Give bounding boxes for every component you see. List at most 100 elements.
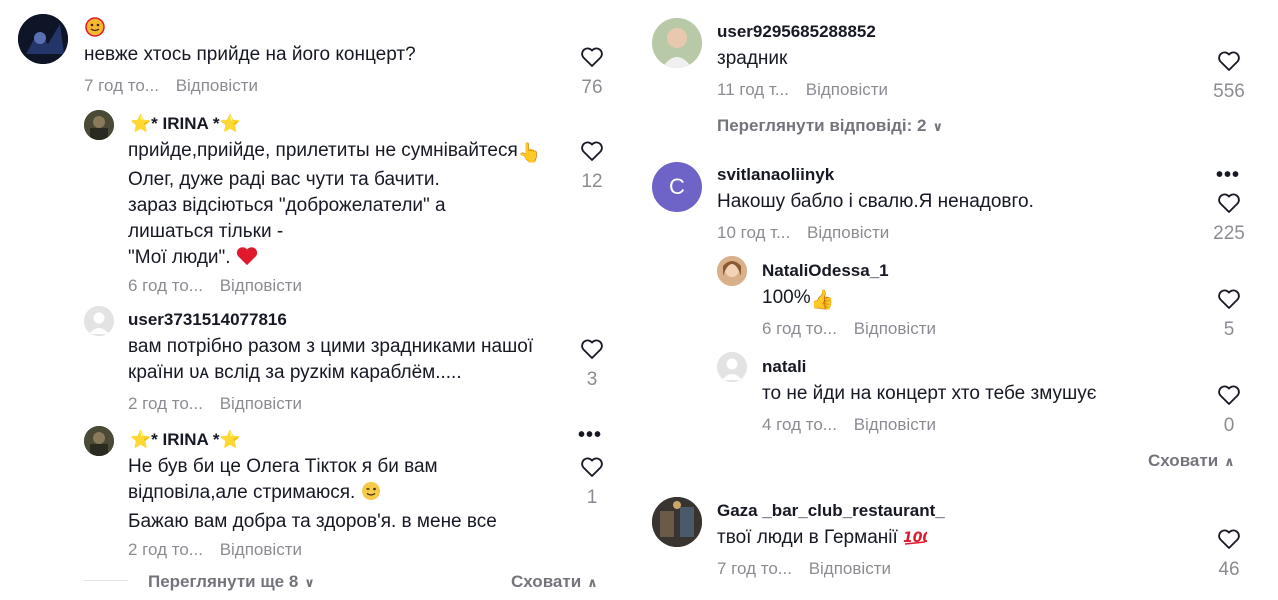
comment-username[interactable]: user9295685288852 bbox=[717, 22, 876, 42]
avatar[interactable] bbox=[652, 497, 702, 547]
like-count: 0 bbox=[1223, 415, 1235, 436]
chevron-up-icon: ∧ bbox=[587, 574, 598, 590]
reply-button[interactable]: Відповісти bbox=[220, 540, 302, 559]
comment-username[interactable]: svitlanaoliinyk bbox=[717, 165, 834, 185]
star-icon: ⭐ bbox=[219, 114, 241, 133]
reply-button[interactable]: Відповісти bbox=[807, 223, 889, 242]
avatar[interactable] bbox=[84, 110, 114, 140]
view-replies-button[interactable]: Переглянути відповіді: 2 ∨ bbox=[717, 116, 943, 136]
reply-meta: 2 год то... Відповісти bbox=[128, 394, 302, 414]
star-icon: ⭐ bbox=[219, 430, 241, 449]
avatar[interactable] bbox=[717, 256, 747, 286]
heart-icon bbox=[572, 338, 612, 365]
star-icon: ⭐ bbox=[130, 114, 152, 133]
like-button[interactable]: 225 bbox=[1209, 192, 1249, 245]
reply-text: 100%👍 bbox=[762, 285, 834, 314]
reply-button[interactable]: Відповісти bbox=[220, 394, 302, 413]
heart-icon bbox=[1209, 384, 1249, 411]
like-button[interactable]: 12 bbox=[572, 140, 612, 193]
reply-username[interactable]: NataliOdessa_1 bbox=[762, 261, 889, 281]
reply-text: то не йди на концерт хто тебе змушує bbox=[762, 383, 1097, 404]
like-button[interactable]: 1 bbox=[572, 456, 612, 509]
avatar[interactable] bbox=[18, 14, 68, 64]
comment-meta: 7 год то... Відповісти bbox=[84, 76, 258, 96]
chevron-down-icon: ∨ bbox=[932, 118, 944, 134]
like-button[interactable]: 556 bbox=[1209, 50, 1249, 103]
reply-time: 2 год то... bbox=[128, 540, 203, 559]
reply-button[interactable]: Відповісти bbox=[220, 276, 302, 295]
reply-time: 6 год то... bbox=[762, 319, 837, 338]
reply-button[interactable]: Відповісти bbox=[806, 80, 888, 99]
like-count: 225 bbox=[1213, 223, 1245, 244]
thumbs-up-icon: 👍 bbox=[810, 290, 835, 311]
comment-text: невже хтось прийде на його концерт? bbox=[84, 44, 416, 65]
hundred-points-icon: 100 bbox=[903, 526, 932, 554]
avatar-letter: C bbox=[669, 174, 685, 199]
reply-time: 2 год то... bbox=[128, 394, 203, 413]
username-emoji-icon[interactable] bbox=[84, 16, 106, 43]
reply-time: 6 год то... bbox=[128, 276, 203, 295]
divider bbox=[84, 580, 128, 581]
like-button[interactable]: 3 bbox=[572, 338, 612, 391]
reply-username[interactable]: user3731514077816 bbox=[128, 310, 287, 330]
wink-emoji-icon bbox=[361, 481, 381, 509]
star-icon: ⭐ bbox=[130, 430, 152, 449]
like-count: 12 bbox=[581, 171, 603, 192]
reply-username[interactable]: ⭐* IRINA *⭐ bbox=[130, 430, 241, 450]
more-options-icon[interactable]: ••• bbox=[1216, 164, 1240, 187]
reply-button[interactable]: Відповісти bbox=[176, 76, 258, 95]
comment-time: 7 год то... bbox=[84, 76, 159, 95]
reply-username[interactable]: ⭐* IRINA *⭐ bbox=[130, 114, 241, 134]
view-more-replies-button[interactable]: Переглянути ще 8 ∨ bbox=[148, 572, 315, 592]
heart-icon bbox=[572, 140, 612, 167]
reply-button[interactable]: Відповісти bbox=[854, 319, 936, 338]
avatar[interactable] bbox=[652, 18, 702, 68]
like-button[interactable]: 46 bbox=[1209, 528, 1249, 581]
comment-meta: 7 год то... Відповісти bbox=[717, 559, 891, 579]
reply-username[interactable]: natali bbox=[762, 357, 806, 377]
hide-replies-button[interactable]: Сховати ∧ bbox=[1148, 451, 1235, 471]
reply-text: прийде,приійде, прилетиты не сумнівайтес… bbox=[128, 138, 541, 274]
reply-button[interactable]: Відповісти bbox=[809, 559, 891, 578]
avatar[interactable] bbox=[84, 306, 114, 336]
comment-meta: 10 год т... Відповісти bbox=[717, 223, 889, 243]
heart-icon bbox=[1209, 50, 1249, 77]
reply-meta: 6 год то... Відповісти bbox=[762, 319, 936, 339]
heart-icon bbox=[1209, 288, 1249, 315]
hide-replies-button[interactable]: Сховати ∧ bbox=[511, 572, 598, 592]
comment-time: 11 год т... bbox=[717, 80, 789, 99]
red-heart-icon bbox=[236, 246, 258, 274]
avatar[interactable] bbox=[84, 426, 114, 456]
reply-meta: 2 год то... Відповісти bbox=[128, 540, 302, 560]
more-options-icon[interactable]: ••• bbox=[578, 424, 602, 447]
like-count: 556 bbox=[1213, 81, 1245, 102]
comment-text: Накошу бабло і свалю.Я ненадовго. bbox=[717, 191, 1034, 212]
comment-meta: 11 год т... Відповісти bbox=[717, 80, 888, 100]
avatar[interactable]: C bbox=[652, 162, 702, 212]
reply-button[interactable]: Відповісти bbox=[854, 415, 936, 434]
pointing-hand-icon: 👆 bbox=[517, 143, 542, 164]
comment-time: 10 год т... bbox=[717, 223, 791, 242]
comment-time: 7 год то... bbox=[717, 559, 792, 578]
chevron-up-icon: ∧ bbox=[1224, 453, 1235, 469]
like-count: 3 bbox=[586, 369, 598, 390]
avatar[interactable] bbox=[717, 352, 747, 382]
heart-icon bbox=[1209, 528, 1249, 555]
heart-icon bbox=[1209, 192, 1249, 219]
like-button[interactable]: 76 bbox=[572, 46, 612, 99]
comment-text: зрадник bbox=[717, 48, 788, 69]
reply-text: вам потрібно разом з цими зрадниками наш… bbox=[128, 336, 534, 383]
reply-meta: 6 год то... Відповісти bbox=[128, 276, 302, 296]
like-button[interactable]: 5 bbox=[1209, 288, 1249, 341]
comment-text: твої люди в Германії 100 bbox=[717, 525, 933, 554]
comment-username[interactable]: Gaza _bar_club_restaurant_ bbox=[717, 501, 945, 521]
like-count: 46 bbox=[1218, 559, 1240, 580]
reply-time: 4 год то... bbox=[762, 415, 837, 434]
like-count: 1 bbox=[586, 487, 598, 508]
like-button[interactable]: 0 bbox=[1209, 384, 1249, 437]
heart-icon bbox=[572, 456, 612, 483]
reply-meta: 4 год то... Відповісти bbox=[762, 415, 936, 435]
chevron-down-icon: ∨ bbox=[304, 574, 315, 590]
like-count: 76 bbox=[581, 77, 603, 98]
heart-icon bbox=[572, 46, 612, 73]
